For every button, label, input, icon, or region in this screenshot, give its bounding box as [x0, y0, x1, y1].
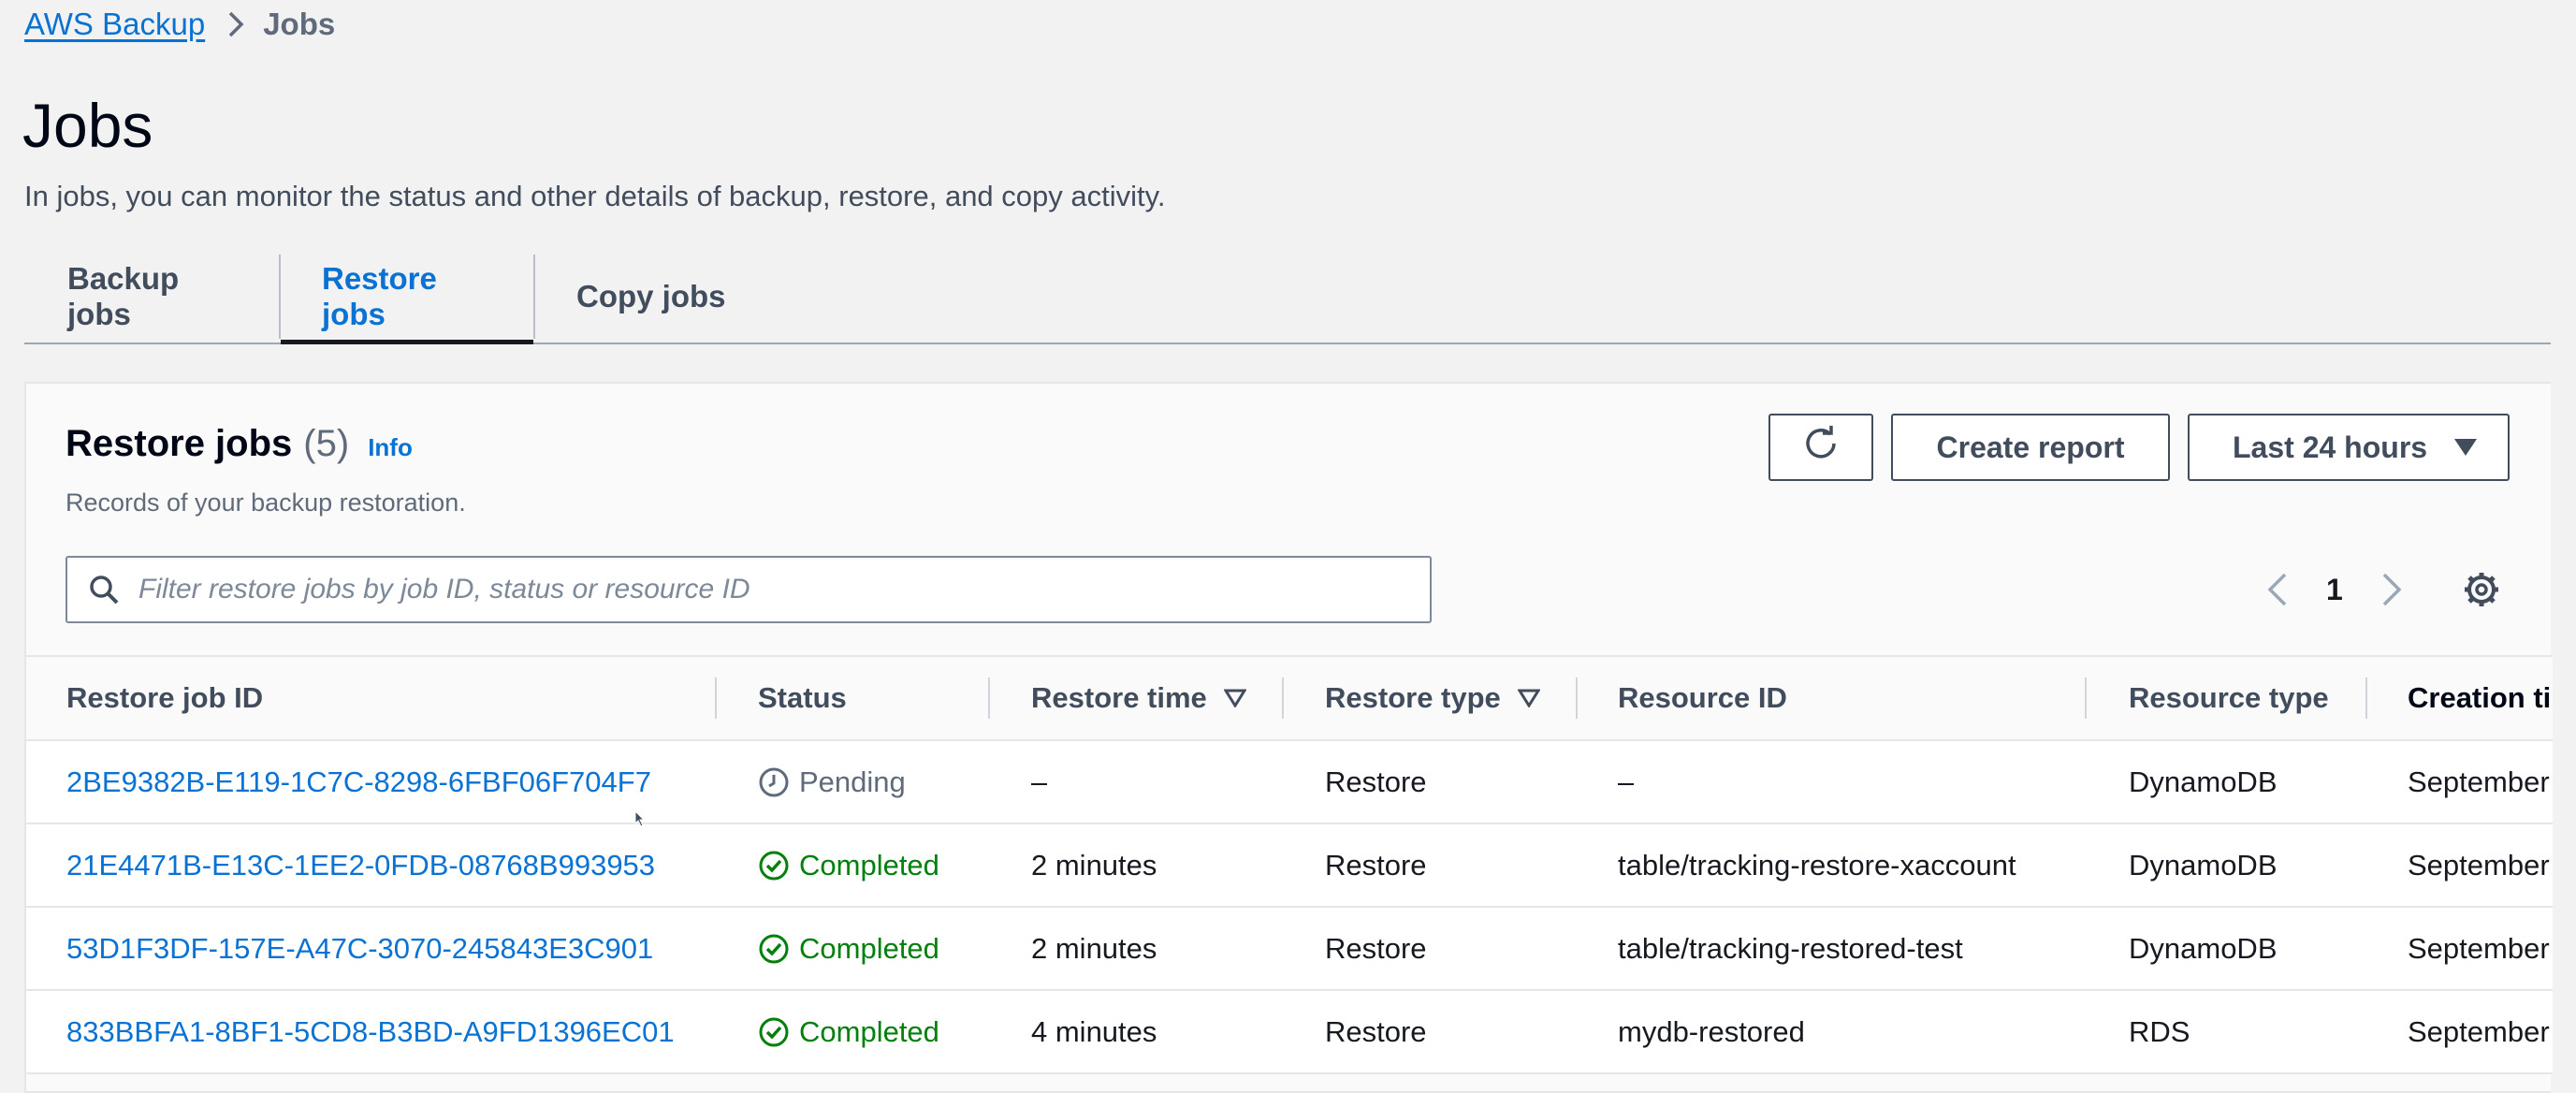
restore-job-id-link[interactable]: 53D1F3DF-157E-A47C-3070-245843E3C901 — [66, 908, 653, 989]
resource-type-cell: DynamoDB — [2129, 931, 2278, 965]
pagination: 1 — [2264, 558, 2405, 621]
page-number[interactable]: 1 — [2326, 573, 2343, 607]
creation-time-cell: September — [2408, 765, 2550, 798]
status-text: Completed — [799, 931, 939, 965]
sort-caret-down-icon[interactable] — [1517, 689, 1540, 707]
search-input[interactable] — [137, 573, 1375, 606]
breadcrumb-current: Jobs — [263, 7, 336, 41]
tab-list: Backup jobs Restore jobs Copy jobs — [24, 251, 2551, 344]
refresh-icon — [1802, 425, 1840, 470]
restore-time-cell: 2 minutes — [1031, 931, 1157, 965]
restore-type-cell: Restore — [1325, 931, 1427, 965]
status-text: Pending — [799, 765, 906, 798]
container-title: Restore jobs — [65, 423, 293, 464]
check-circle-icon — [758, 1016, 799, 1048]
creation-time-cell: September — [2408, 931, 2550, 965]
caret-down-icon — [2453, 437, 2478, 458]
column-header-creation-time[interactable]: Creation ti — [2408, 657, 2551, 739]
breadcrumb-aws-backup-link[interactable]: AWS Backup — [24, 7, 205, 42]
column-header-resource-type[interactable]: Resource type — [2129, 657, 2329, 739]
resource-id-cell: table/tracking-restore-xaccount — [1618, 848, 2016, 882]
check-circle-icon — [758, 933, 799, 965]
settings-gear-icon[interactable] — [2463, 571, 2500, 613]
page-title: Jobs — [22, 91, 153, 160]
column-header-resource-id[interactable]: Resource ID — [1618, 657, 1787, 739]
restore-time-cell: 4 minutes — [1031, 1014, 1157, 1048]
restore-job-id-link[interactable]: 833BBFA1-8BF1-5CD8-B3BD-A9FD1396EC01 — [66, 991, 675, 1072]
status-cell: Completed — [758, 824, 939, 906]
restore-job-id-link[interactable]: 21E4471B-E13C-1EE2-0FDB-08768B993953 — [66, 824, 655, 906]
table-row: 53D1F3DF-157E-A47C-3070-245843E3C901 Com… — [26, 908, 2553, 991]
restore-time-cell: 2 minutes — [1031, 848, 1157, 882]
check-circle-icon — [758, 850, 799, 882]
search-field[interactable] — [65, 556, 1432, 623]
status-text: Completed — [799, 1014, 939, 1048]
resource-id-cell: table/tracking-restored-test — [1618, 931, 1963, 965]
time-range-dropdown[interactable]: Last 24 hours — [2188, 414, 2510, 481]
time-range-value: Last 24 hours — [2233, 430, 2428, 464]
next-page-icon[interactable] — [2379, 571, 2405, 608]
resource-id-cell: – — [1618, 765, 1635, 798]
table-row: 21E4471B-E13C-1EE2-0FDB-08768B993953 Com… — [26, 824, 2553, 908]
restore-job-id-link[interactable]: 2BE9382B-E119-1C7C-8298-6FBF06F704F7 — [66, 741, 651, 823]
restore-time-cell: – — [1031, 765, 1048, 798]
resource-id-cell: mydb-restored — [1618, 1014, 1805, 1048]
restore-type-label: Restore type — [1325, 681, 1501, 714]
mouse-cursor-icon — [634, 809, 646, 832]
column-header-restore-type[interactable]: Restore type — [1325, 657, 1540, 739]
table-header: Restore job ID Status Restore time Resto… — [26, 655, 2553, 741]
breadcrumb: AWS Backup Jobs — [24, 4, 335, 45]
info-link[interactable]: Info — [368, 433, 413, 462]
tab-restore-jobs[interactable]: Restore jobs — [279, 251, 533, 344]
sort-caret-down-icon[interactable] — [1223, 689, 1246, 707]
page-description: In jobs, you can monitor the status and … — [24, 180, 1166, 212]
column-header-status[interactable]: Status — [758, 657, 847, 739]
chevron-right-icon — [227, 10, 244, 38]
resource-type-cell: RDS — [2129, 1014, 2190, 1048]
previous-page-icon[interactable] — [2264, 571, 2291, 608]
restore-type-cell: Restore — [1325, 765, 1427, 798]
resource-type-cell: DynamoDB — [2129, 765, 2278, 798]
refresh-button[interactable] — [1768, 414, 1873, 481]
creation-time-cell: September — [2408, 848, 2550, 882]
status-cell: Completed — [758, 991, 939, 1072]
restore-type-cell: Restore — [1325, 848, 1427, 882]
restore-time-label: Restore time — [1031, 681, 1207, 714]
resource-type-cell: DynamoDB — [2129, 848, 2278, 882]
table-row: 2BE9382B-E119-1C7C-8298-6FBF06F704F7 Pen… — [26, 741, 2553, 824]
job-count: (5) — [303, 423, 350, 464]
container-header: Restore jobs (5) Info — [65, 423, 413, 465]
create-report-button[interactable]: Create report — [1891, 414, 2170, 481]
container-subtitle: Records of your backup restoration. — [65, 488, 466, 517]
tab-backup-jobs[interactable]: Backup jobs — [24, 251, 279, 342]
tab-copy-jobs[interactable]: Copy jobs — [533, 251, 769, 342]
creation-time-cell: September — [2408, 1014, 2550, 1048]
table-row: 833BBFA1-8BF1-5CD8-B3BD-A9FD1396EC01 Com… — [26, 991, 2553, 1074]
status-cell: Completed — [758, 908, 939, 989]
column-header-restore-time[interactable]: Restore time — [1031, 657, 1246, 739]
restore-type-cell: Restore — [1325, 1014, 1427, 1048]
status-text: Completed — [799, 848, 939, 882]
column-header-job-id[interactable]: Restore job ID — [66, 657, 263, 739]
status-cell: Pending — [758, 741, 906, 823]
clock-icon — [758, 766, 799, 798]
search-icon — [88, 574, 120, 605]
